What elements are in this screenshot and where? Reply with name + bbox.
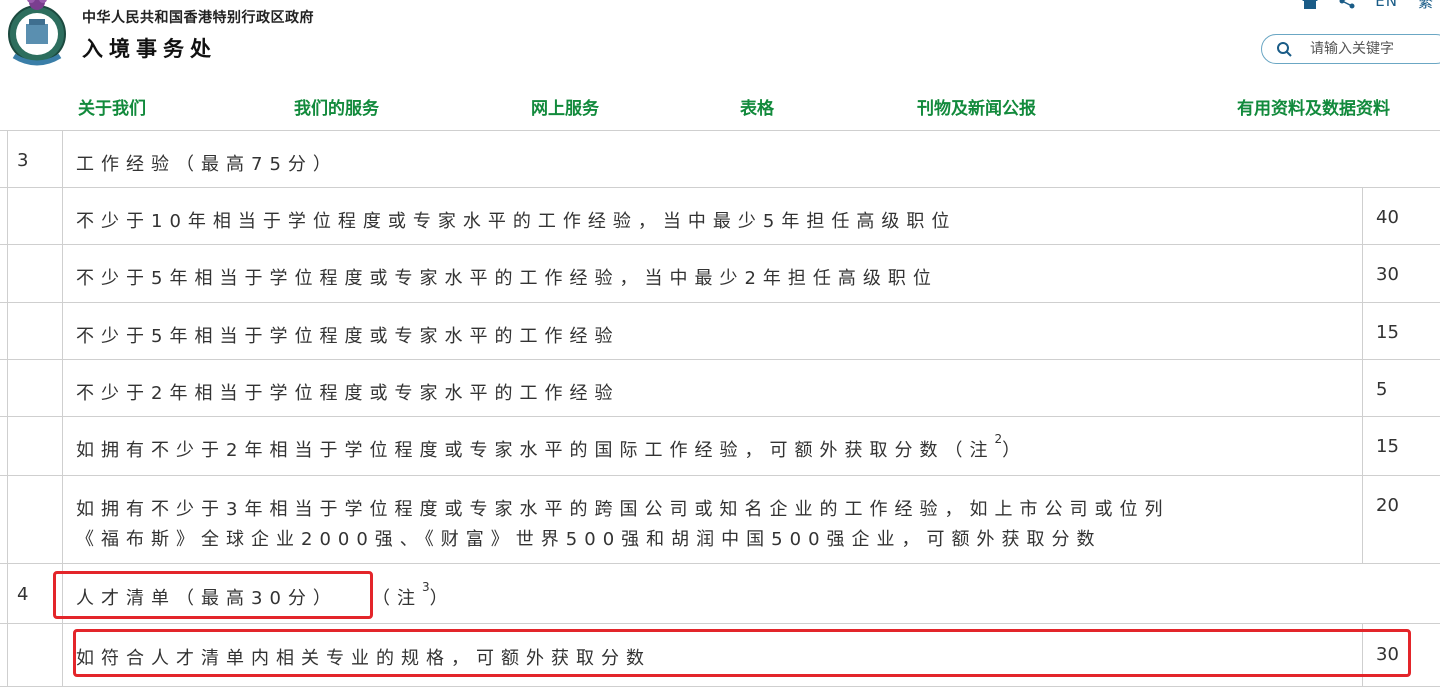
nav-publications-press[interactable]: 刊物及新闻公报	[917, 94, 1036, 119]
criterion-text: 不少于10年相当于学位程度或专家水平的工作经验，当中最少5年担任高级职位	[76, 211, 957, 232]
search-icon[interactable]	[1276, 41, 1292, 57]
note-link[interactable]: 3	[422, 580, 430, 594]
criterion-score: 5	[1376, 379, 1388, 400]
lang-en-link[interactable]: EN	[1375, 0, 1398, 10]
home-icon[interactable]	[1301, 0, 1319, 9]
cell-border	[62, 476, 63, 563]
section-number: 3	[17, 150, 29, 171]
cell-border	[62, 360, 63, 416]
search-box[interactable]	[1261, 34, 1440, 64]
cell-border	[7, 417, 8, 475]
cell-border	[7, 564, 8, 623]
table-row: 如拥有不少于2年相当于学位程度或专家水平的国际工作经验，可额外获取分数（注2） …	[0, 417, 1440, 476]
note-prefix: （注	[372, 588, 422, 609]
nav-useful-info-statistics[interactable]: 有用资料及数据资料	[1237, 94, 1390, 119]
table-row: 不少于5年相当于学位程度或专家水平的工作经验，当中最少2年担任高级职位 30	[0, 245, 1440, 303]
criterion-text-main: 如拥有不少于2年相当于学位程度或专家水平的国际工作经验，可额外获取分数（注	[76, 440, 995, 461]
section-title: 工作经验（最高75分）	[76, 154, 338, 175]
nav-our-services[interactable]: 我们的服务	[294, 94, 379, 119]
cell-border	[7, 131, 8, 187]
section-note: （注3）	[372, 580, 455, 610]
cell-border	[7, 476, 8, 563]
cell-border	[1362, 245, 1363, 302]
criterion-text-line-2: 《福布斯》全球企业2000强、《财富》世界500强和胡润中国500强企业，可额外…	[76, 529, 1102, 550]
cell-border	[1362, 188, 1363, 244]
criterion-score: 15	[1376, 322, 1399, 343]
search-input[interactable]	[1308, 40, 1432, 58]
government-name: 中华人民共和国香港特别行政区政府	[82, 10, 314, 26]
nav-about-us[interactable]: 关于我们	[78, 94, 146, 119]
note-suffix: ）	[429, 588, 455, 609]
immigration-emblem-icon	[8, 0, 66, 66]
table-row: 不少于2年相当于学位程度或专家水平的工作经验 5	[0, 360, 1440, 417]
criterion-score: 30	[1376, 644, 1399, 665]
note-link[interactable]: 2	[994, 432, 1002, 446]
criterion-text: 不少于5年相当于学位程度或专家水平的工作经验，当中最少2年担任高级职位	[76, 268, 938, 289]
cell-border	[1362, 303, 1363, 359]
nav-online-services[interactable]: 网上服务	[531, 94, 599, 119]
cell-border	[1362, 476, 1363, 563]
criterion-text-line-1: 如拥有不少于3年相当于学位程度或专家水平的跨国公司或知名企业的工作经验，如上市公…	[76, 499, 1170, 520]
table-row-section-3: 3 工作经验（最高75分）	[0, 131, 1440, 188]
cell-border	[7, 245, 8, 302]
cell-border	[62, 188, 63, 244]
nav-forms[interactable]: 表格	[740, 94, 774, 119]
section-number: 4	[17, 584, 29, 605]
cell-border	[62, 564, 63, 623]
lang-tc-link[interactable]: 繁	[1418, 0, 1434, 12]
cell-border	[1362, 624, 1363, 686]
criterion-text: 不少于2年相当于学位程度或专家水平的工作经验	[76, 383, 620, 404]
criterion-text: 不少于5年相当于学位程度或专家水平的工作经验	[76, 326, 620, 347]
cell-border	[7, 360, 8, 416]
criterion-score: 40	[1376, 207, 1399, 228]
criterion-score: 15	[1376, 436, 1399, 457]
top-utility-bar: EN 繁	[1301, 0, 1440, 12]
cell-border	[62, 624, 63, 686]
cell-border	[62, 303, 63, 359]
table-row: 不少于10年相当于学位程度或专家水平的工作经验，当中最少5年担任高级职位 40	[0, 188, 1440, 245]
cell-border	[62, 245, 63, 302]
cell-border	[62, 131, 63, 187]
criterion-score: 20	[1376, 495, 1399, 516]
cell-border	[1362, 360, 1363, 416]
table-row: 不少于5年相当于学位程度或专家水平的工作经验 15	[0, 303, 1440, 360]
cell-border	[7, 188, 8, 244]
share-icon[interactable]	[1339, 0, 1355, 9]
table-row: 如拥有不少于3年相当于学位程度或专家水平的跨国公司或知名企业的工作经验，如上市公…	[0, 476, 1440, 564]
table-row: 如符合人才清单内相关专业的规格，可额外获取分数 30	[0, 624, 1440, 687]
main-nav: 关于我们 我们的服务 网上服务 表格 刊物及新闻公报 有用资料及数据资料	[0, 80, 1440, 130]
criterion-text: 如拥有不少于2年相当于学位程度或专家水平的国际工作经验，可额外获取分数（注2）	[76, 432, 1028, 462]
criterion-score: 30	[1376, 264, 1399, 285]
table-row-section-4: 4 人才清单（最高30分） （注3）	[0, 564, 1440, 624]
cell-border	[1362, 417, 1363, 475]
department-name[interactable]: 入境事务处	[82, 33, 217, 63]
cell-border	[62, 417, 63, 475]
cell-border	[7, 624, 8, 686]
section-title: 人才清单（最高30分）	[76, 588, 338, 609]
site-header: 中华人民共和国香港特别行政区政府 入境事务处 EN 繁	[0, 0, 1440, 80]
criterion-text-tail: ）	[1002, 440, 1028, 461]
cell-border	[7, 303, 8, 359]
criterion-text: 如符合人才清单内相关专业的规格，可额外获取分数	[76, 648, 651, 669]
